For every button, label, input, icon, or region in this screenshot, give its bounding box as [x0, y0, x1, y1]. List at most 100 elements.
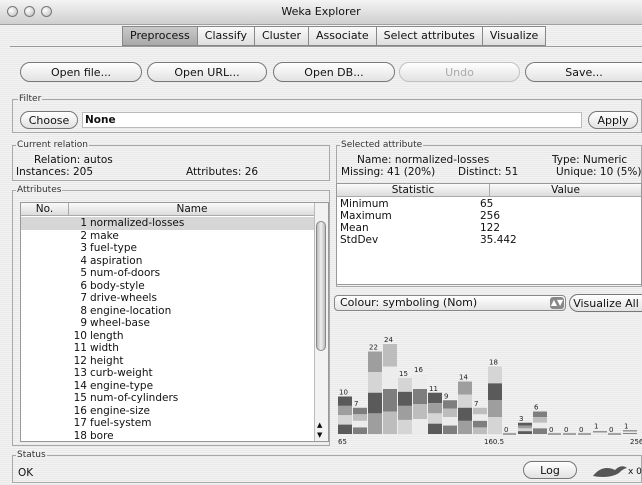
attribute-name: height — [90, 354, 124, 367]
histogram-x-max-label: 256 — [630, 438, 642, 446]
histogram-bar-segment — [353, 427, 367, 434]
attribute-number: 11 — [73, 342, 87, 354]
attribute-number: 2 — [80, 229, 87, 242]
attribute-name: num-of-doors — [90, 267, 161, 279]
window-title-bar[interactable]: Weka Explorer — [0, 0, 642, 25]
attribute-row[interactable]: 7 drive-wheels — [21, 292, 316, 305]
histogram-count-label: 6 — [534, 404, 539, 412]
attribute-row[interactable]: 6 body-style — [21, 280, 316, 293]
column-header-value[interactable]: Value — [490, 184, 641, 197]
histogram-bar-segment — [473, 427, 487, 434]
choose-filter-button[interactable]: Choose — [20, 111, 78, 129]
attribute-number: 15 — [73, 392, 87, 404]
attribute-row[interactable]: 2 make — [21, 230, 316, 243]
stat-value: 65 — [480, 198, 494, 210]
stat-label: Minimum — [340, 198, 389, 210]
histogram-bar-segment — [488, 383, 502, 401]
colour-select[interactable]: Colour: symboling (Nom) ▲▼ — [334, 295, 566, 311]
scroll-down-arrow-icon[interactable]: ▼ — [317, 431, 322, 439]
attribute-row[interactable]: 16 engine-size — [21, 405, 316, 418]
histogram-count-label: 16 — [414, 366, 423, 374]
attribute-number: 6 — [80, 279, 87, 292]
histogram-bar-segment — [428, 423, 442, 434]
open-db-button[interactable]: Open DB... — [273, 62, 395, 82]
attribute-name: normalized-losses — [90, 217, 185, 229]
attribute-row[interactable]: 12 height — [21, 355, 316, 368]
unique-count: Unique: 10 (5%) — [556, 166, 642, 178]
tab-cluster[interactable]: Cluster — [254, 26, 309, 46]
attribute-row[interactable]: 9 wheel-base — [21, 317, 316, 330]
scroll-up-arrow-icon[interactable]: ▲ — [317, 421, 322, 429]
histogram-bar-segment — [353, 407, 367, 415]
tab-visualize[interactable]: Visualize — [482, 26, 547, 46]
histogram[interactable]: 10 7 22 24 15 16 11 9 14 7 18 0 3 6 0 0 0 1 0 1 65 160.5 25… — [334, 318, 642, 452]
save-button[interactable]: Save... — [525, 62, 642, 82]
attribute-row[interactable]: 10 length — [21, 330, 316, 343]
chevron-updown-icon[interactable]: ▲▼ — [550, 297, 564, 309]
attribute-row[interactable]: 17 fuel-system — [21, 417, 316, 430]
histogram-count-label: 3 — [519, 415, 523, 423]
histogram-bar-segment — [413, 419, 427, 434]
selected-attribute-type: Type: Numeric — [552, 154, 628, 166]
attribute-number: 4 — [80, 254, 87, 267]
apply-button[interactable]: Apply — [588, 111, 638, 129]
attribute-row[interactable]: 4 aspiration — [21, 255, 316, 268]
attribute-number: 8 — [80, 304, 87, 317]
histogram-count-label: 18 — [489, 359, 498, 367]
histogram-bar-segment — [518, 425, 532, 429]
attribute-row[interactable]: 3 fuel-type — [21, 242, 316, 255]
attribute-row[interactable]: 13 curb-weight — [21, 367, 316, 380]
histogram-bar-segment — [473, 414, 487, 421]
attribute-name: wheel-base — [90, 317, 150, 329]
histogram-bar-segment — [533, 422, 547, 429]
attribute-number: 12 — [73, 354, 87, 367]
attributes-scrollbar[interactable]: ▲ ▼ — [314, 203, 328, 441]
column-header-no[interactable]: No. — [21, 203, 69, 216]
histogram-bar-segment — [623, 432, 637, 434]
attribute-row[interactable]: 1 normalized-losses — [21, 217, 316, 230]
histogram-bar-segment — [428, 392, 442, 404]
histogram-chart: 107222415 16119147180360 0 0 1 0 1 — [338, 336, 637, 435]
tab-classify[interactable]: Classify — [197, 26, 255, 46]
visualize-all-button[interactable]: Visualize All — [569, 294, 642, 312]
filter-field[interactable]: None — [82, 112, 582, 128]
attributes-count: Attributes: 26 — [186, 166, 259, 178]
histogram-bar-segment — [443, 408, 457, 418]
open-url-button[interactable]: Open URL... — [147, 62, 267, 82]
attribute-name: length — [90, 329, 124, 342]
histogram-bar-segment — [593, 432, 607, 434]
attribute-number: 14 — [73, 379, 87, 392]
attribute-name: curb-weight — [90, 367, 153, 379]
log-button[interactable]: Log — [523, 461, 577, 479]
status-group-label: Status — [16, 450, 47, 460]
attributes-table[interactable]: No. Name 1 normalized-losses 2 make 3 fuel-ty… — [20, 202, 329, 442]
histogram-bar-segment — [533, 428, 547, 434]
open-file-button[interactable]: Open file... — [20, 62, 142, 82]
scrollbar-thumb[interactable] — [316, 221, 326, 351]
tab-select-attributes[interactable]: Select attributes — [376, 26, 483, 46]
histogram-count-label: 0 — [549, 426, 553, 434]
attribute-row[interactable]: 5 num-of-doors — [21, 267, 316, 280]
attribute-row[interactable]: 11 width — [21, 342, 316, 355]
histogram-count-label: 0 — [504, 426, 508, 434]
attribute-row[interactable]: 18 bore — [21, 430, 316, 442]
filter-group-label: Filter — [18, 94, 43, 104]
histogram-count-label: 1 — [594, 422, 598, 430]
histogram-count-label: 10 — [339, 389, 348, 397]
attribute-name: aspiration — [90, 254, 143, 267]
undo-button[interactable]: Undo — [399, 62, 520, 82]
attribute-row[interactable]: 8 engine-location — [21, 305, 316, 318]
stat-label: Maximum — [340, 210, 392, 222]
histogram-bar-segment — [458, 381, 472, 395]
column-header-statistic[interactable]: Statistic — [337, 184, 490, 197]
attribute-row[interactable]: 15 num-of-cylinders — [21, 392, 316, 405]
task-count: x 0 — [628, 467, 642, 477]
statistics-table: Statistic Value Minimum 65 Maximum 256 M… — [336, 183, 642, 285]
colour-select-value: Colour: symboling (Nom) — [340, 296, 478, 309]
attribute-number: 3 — [80, 242, 87, 254]
attribute-row[interactable]: 14 engine-type — [21, 380, 316, 393]
tab-associate[interactable]: Associate — [309, 26, 377, 46]
column-header-name[interactable]: Name — [69, 203, 316, 216]
tab-preprocess[interactable]: Preprocess — [122, 26, 198, 46]
attribute-number: 1 — [80, 217, 87, 229]
